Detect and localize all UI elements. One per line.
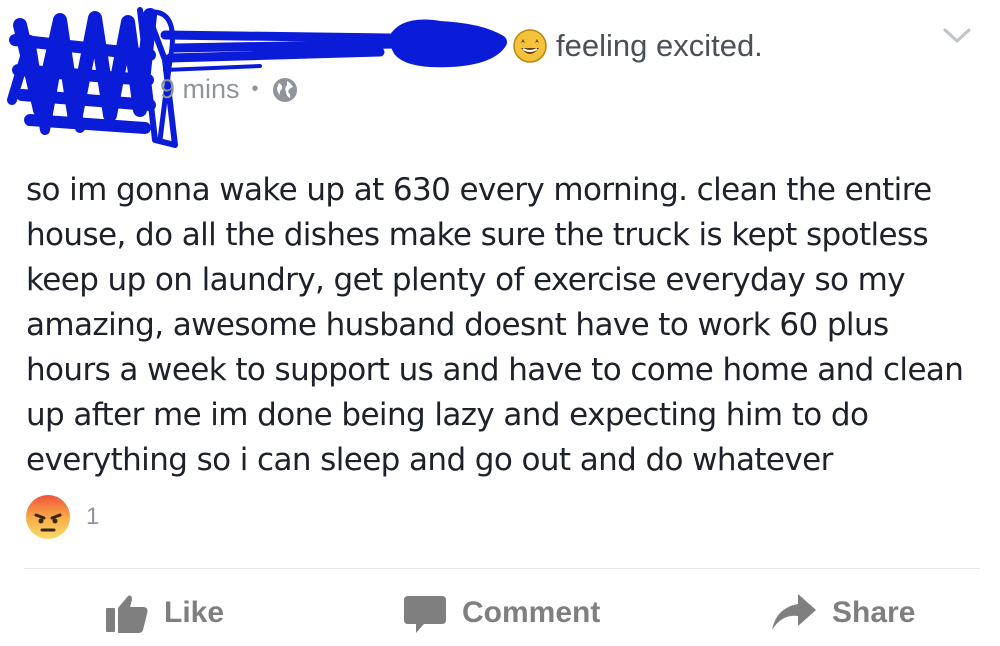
share-label: Share bbox=[832, 596, 916, 629]
chevron-down-icon[interactable] bbox=[942, 26, 972, 46]
post-body-text: so im gonna wake up at 630 every morning… bbox=[26, 172, 964, 478]
angry-face-icon bbox=[26, 495, 70, 539]
feeling-status: feeling excited. bbox=[512, 28, 763, 64]
comment-bubble-icon bbox=[404, 596, 446, 633]
comment-label: Comment bbox=[462, 596, 601, 629]
feeling-label[interactable]: feeling excited. bbox=[556, 28, 763, 64]
action-bar: Like Comment Share bbox=[0, 580, 1000, 646]
post-header: feeling excited. 9 mins • bbox=[0, 0, 1000, 150]
reaction-count: 1 bbox=[86, 503, 100, 530]
timestamp[interactable]: 9 mins bbox=[160, 74, 240, 105]
like-label: Like bbox=[164, 596, 225, 629]
excited-emoji-icon bbox=[513, 29, 547, 63]
share-arrow-icon bbox=[772, 594, 816, 630]
post-meta: 9 mins • bbox=[160, 74, 299, 105]
comment-button[interactable]: Comment bbox=[402, 580, 600, 646]
share-button[interactable]: Share bbox=[770, 580, 915, 646]
reaction-summary[interactable]: 1 bbox=[24, 493, 99, 541]
globe-icon[interactable] bbox=[271, 76, 299, 104]
meta-separator: • bbox=[251, 78, 259, 100]
actions-divider bbox=[24, 568, 980, 569]
thumbs-up-icon bbox=[106, 595, 148, 633]
like-button[interactable]: Like bbox=[104, 580, 224, 646]
